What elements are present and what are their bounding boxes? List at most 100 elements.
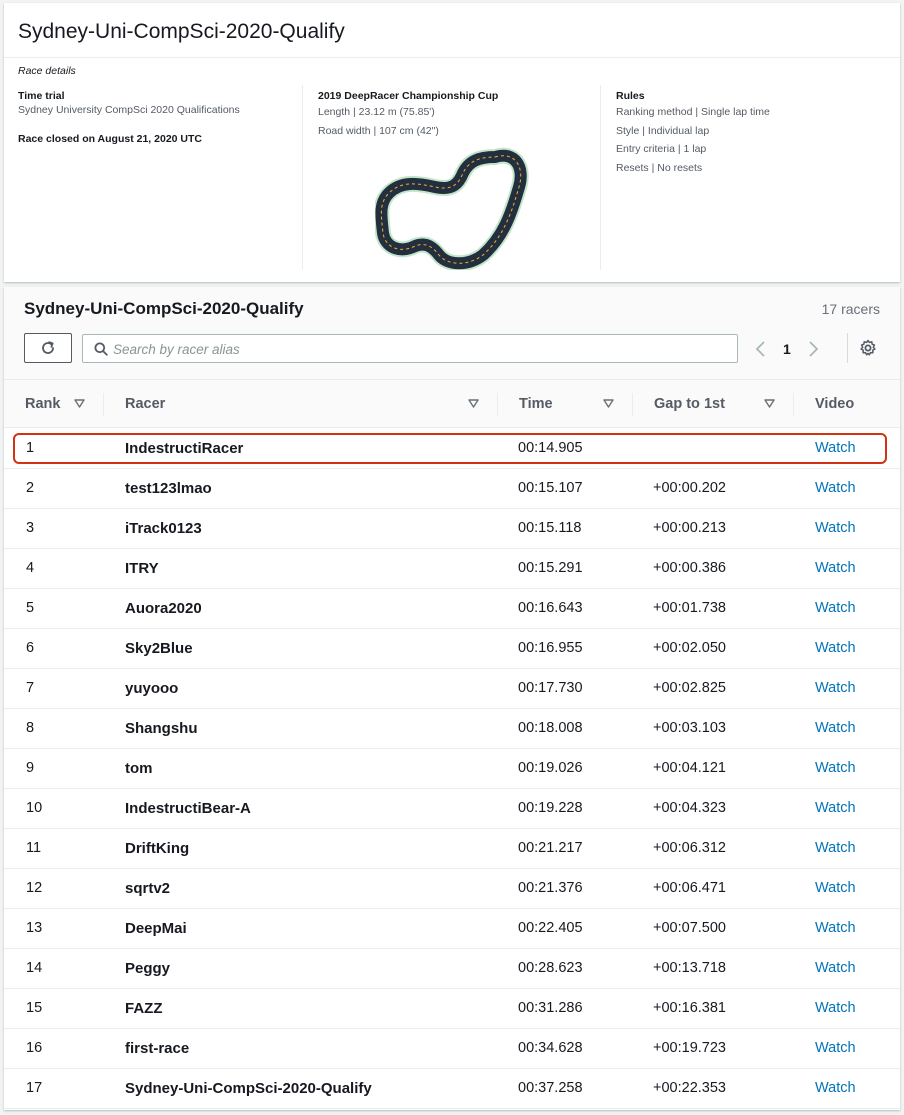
race-details-label: Race details	[18, 65, 76, 77]
racer-name-cell: sqrtv2	[125, 880, 171, 897]
column-header-rank[interactable]: Rank	[4, 380, 104, 428]
watch-link[interactable]: Watch	[815, 949, 856, 989]
time-cell: 00:37.258	[518, 1080, 583, 1096]
table-row: 5 Auora2020 00:16.643 +00:01.738 Watch	[4, 589, 900, 629]
race-details-panel: Sydney-Uni-CompSci-2020-Qualify Race det…	[4, 3, 900, 282]
watch-link[interactable]: Watch	[815, 709, 856, 749]
table-row: 8 Shangshu 00:18.008 +00:03.103 Watch	[4, 709, 900, 749]
table-row: 12 sqrtv2 00:21.376 +00:06.471 Watch	[4, 869, 900, 909]
table-row: 2 test123lmao 00:15.107 +00:00.202 Watch	[4, 469, 900, 509]
table-row: 9 tom 00:19.026 +00:04.121 Watch	[4, 749, 900, 789]
current-page[interactable]: 1	[783, 341, 791, 357]
rank-cell: 12	[26, 880, 43, 896]
watch-link[interactable]: Watch	[815, 1069, 856, 1109]
chevron-right-icon[interactable]	[806, 340, 820, 358]
table-row: 17 Sydney-Uni-CompSci-2020-Qualify 00:37.2…	[4, 1069, 900, 1109]
rank-cell: 10	[26, 800, 43, 816]
watch-link[interactable]: Watch	[815, 429, 856, 469]
time-cell: 00:16.955	[518, 640, 583, 656]
racer-name-cell: DriftKing	[125, 840, 190, 857]
racer-name-cell: Auora2020	[125, 600, 202, 617]
rank-cell: 15	[26, 1000, 43, 1016]
column-header-gap[interactable]: Gap to 1st	[633, 380, 794, 428]
watch-link[interactable]: Watch	[815, 669, 856, 709]
rank-cell: 2	[26, 480, 35, 496]
table-row: 14 Peggy 00:28.623 +00:13.718 Watch	[4, 949, 900, 989]
gear-icon[interactable]	[859, 339, 877, 357]
rank-cell: 6	[26, 640, 35, 656]
search-input[interactable]	[113, 337, 723, 361]
race-closed-text: Race closed on August 21, 2020 UTC	[18, 133, 203, 145]
time-cell: 00:15.118	[518, 520, 582, 536]
table-row: 1 IndestructiRacer 00:14.905 Watch	[4, 429, 900, 469]
gap-cell: +00:03.103	[653, 720, 726, 736]
rank-cell: 13	[26, 920, 43, 936]
watch-link[interactable]: Watch	[815, 469, 856, 509]
rules-heading: Rules	[616, 90, 645, 102]
racer-name-cell: Sky2Blue	[125, 640, 193, 657]
rank-cell: 14	[26, 960, 43, 976]
caret-down-icon	[764, 399, 775, 408]
watch-link[interactable]: Watch	[815, 1029, 856, 1069]
time-cell: 00:34.628	[518, 1040, 583, 1056]
table-row: 4 ITRY 00:15.291 +00:00.386 Watch	[4, 549, 900, 589]
column-header-video: Video	[815, 396, 855, 412]
watch-link[interactable]: Watch	[815, 509, 856, 549]
gap-cell: +00:00.213	[653, 520, 726, 536]
track-column: 2019 DeepRacer Championship Cup Length |…	[302, 85, 601, 270]
racer-name-cell: IndestructiRacer	[125, 440, 244, 457]
leaderboard-table-body: 1 IndestructiRacer 00:14.905 Watch 2 test123l…	[4, 429, 900, 1109]
watch-link[interactable]: Watch	[815, 909, 856, 949]
racer-name-cell: test123lmao	[125, 480, 212, 497]
racer-name-cell: DeepMai	[125, 920, 187, 937]
racer-name-cell: tom	[125, 760, 153, 777]
divider	[847, 333, 848, 363]
divider	[4, 57, 900, 58]
gap-cell: +00:06.471	[653, 880, 726, 896]
leaderboard-panel: Sydney-Uni-CompSci-2020-Qualify 17 racer…	[4, 287, 900, 1110]
gap-cell: +00:07.500	[653, 920, 726, 936]
time-cell: 00:21.376	[518, 880, 583, 896]
gap-cell: +00:02.825	[653, 680, 726, 696]
search-icon	[94, 342, 108, 356]
pagination: 1	[754, 338, 820, 360]
time-cell: 00:15.291	[518, 560, 583, 576]
gap-cell: +00:04.121	[653, 760, 726, 776]
time-cell: 00:18.008	[518, 720, 583, 736]
rank-cell: 11	[26, 840, 42, 856]
racer-name-cell: FAZZ	[125, 1000, 163, 1017]
watch-link[interactable]: Watch	[815, 789, 856, 829]
rank-cell: 5	[26, 600, 35, 616]
watch-link[interactable]: Watch	[815, 829, 856, 869]
search-box	[82, 334, 738, 363]
watch-link[interactable]: Watch	[815, 869, 856, 909]
racer-name-cell: ITRY	[125, 560, 159, 577]
table-row: 3 iTrack0123 00:15.118 +00:00.213 Watch	[4, 509, 900, 549]
watch-link[interactable]: Watch	[815, 589, 856, 629]
chevron-left-icon[interactable]	[754, 340, 768, 358]
rank-cell: 1	[26, 440, 35, 456]
time-cell: 00:19.026	[518, 760, 583, 776]
gap-cell: +00:04.323	[653, 800, 726, 816]
time-cell: 00:16.643	[518, 600, 583, 616]
racer-name-cell: Peggy	[125, 960, 171, 977]
track-name: 2019 DeepRacer Championship Cup	[318, 90, 499, 102]
table-row: 11 DriftKing 00:21.217 +00:06.312 Watch	[4, 829, 900, 869]
refresh-button[interactable]	[24, 333, 72, 363]
watch-link[interactable]: Watch	[815, 629, 856, 669]
column-header-time[interactable]: Time	[498, 380, 633, 428]
rank-cell: 3	[26, 520, 35, 536]
table-row: 10 IndestructiBear-A 00:19.228 +00:04.323 Wa…	[4, 789, 900, 829]
table-row: 6 Sky2Blue 00:16.955 +00:02.050 Watch	[4, 629, 900, 669]
racer-name-cell: IndestructiBear-A	[125, 800, 251, 817]
watch-link[interactable]: Watch	[815, 749, 856, 789]
race-description: Sydney University CompSci 2020 Qualifica…	[18, 104, 240, 116]
column-header-racer[interactable]: Racer	[104, 380, 498, 428]
time-cell: 00:15.107	[518, 480, 583, 496]
table-row: 16 first-race 00:34.628 +00:19.723 Watch	[4, 1029, 900, 1069]
watch-link[interactable]: Watch	[815, 989, 856, 1029]
watch-link[interactable]: Watch	[815, 549, 856, 589]
time-cell: 00:17.730	[518, 680, 583, 696]
gap-cell: +00:01.738	[653, 600, 726, 616]
caret-down-icon	[468, 399, 479, 408]
